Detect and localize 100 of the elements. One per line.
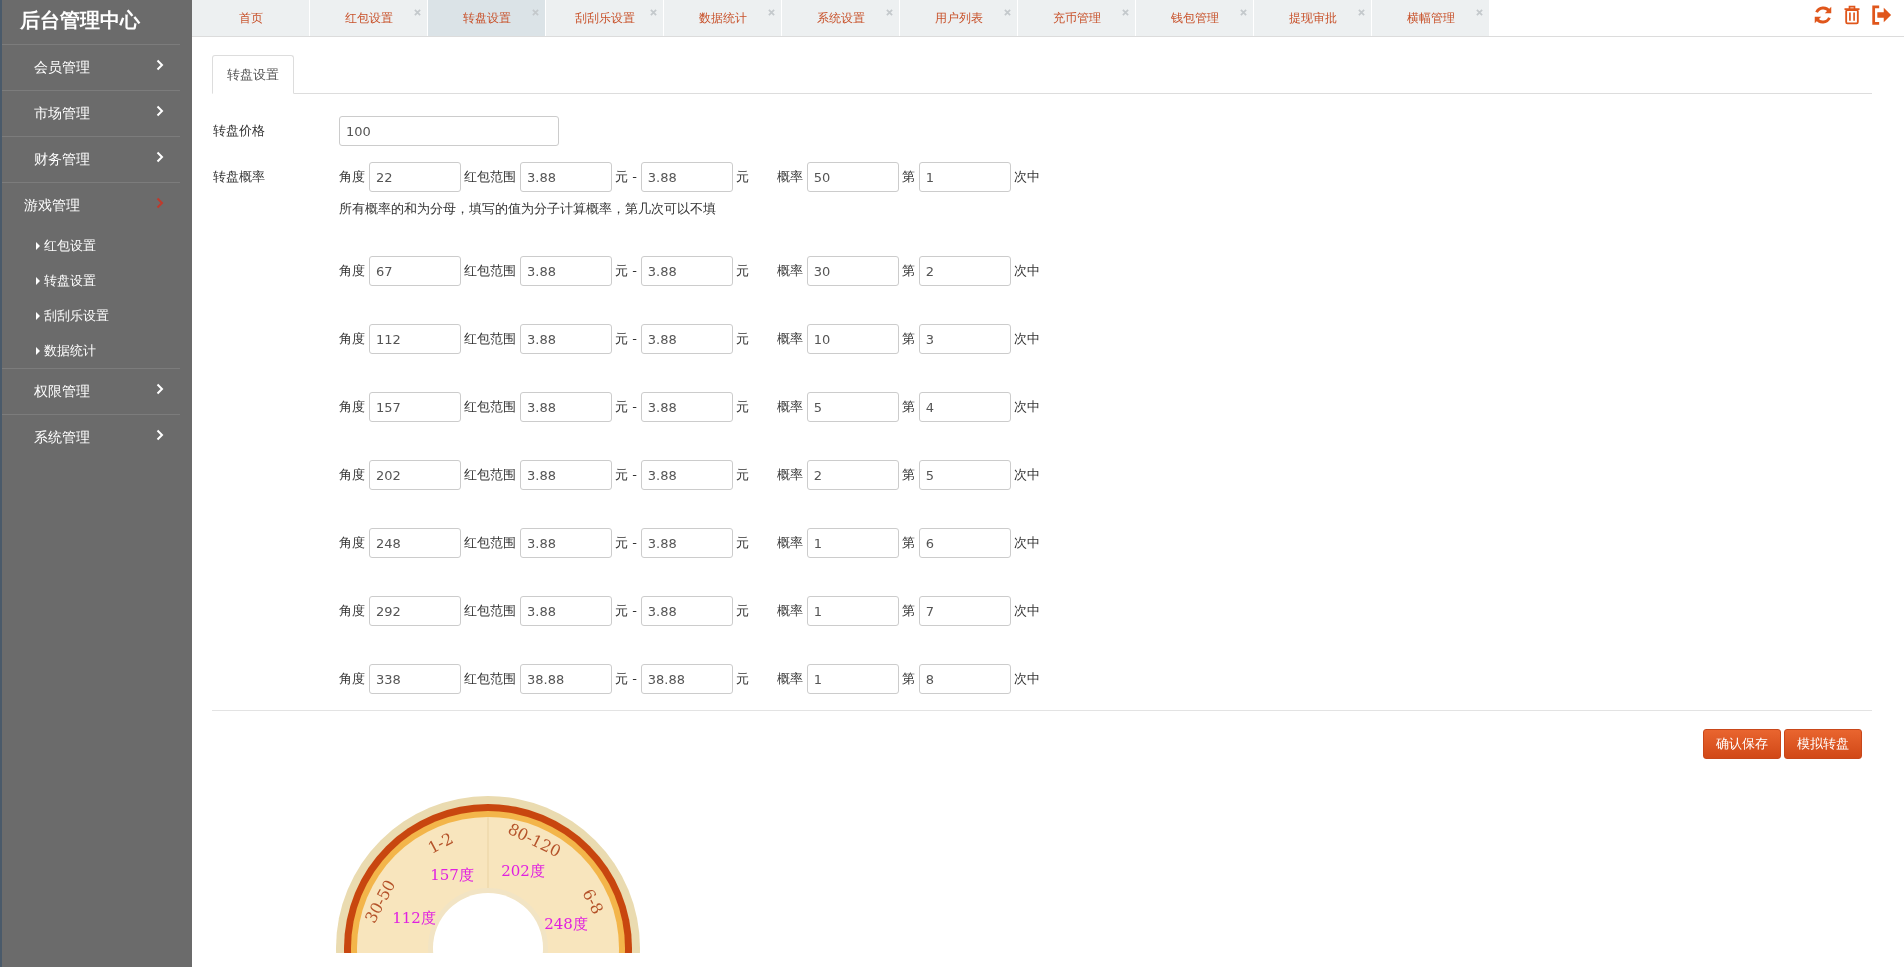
sidebar-item[interactable]: 系统管理 <box>2 415 180 460</box>
tab[interactable]: 充币管理 <box>1018 0 1136 36</box>
sidebar-item[interactable]: 市场管理 <box>2 91 180 136</box>
close-icon[interactable] <box>1358 9 1365 16</box>
sidebar-item[interactable]: 游戏管理 <box>2 183 180 228</box>
sidebar-subitem[interactable]: 红包设置 <box>2 228 180 263</box>
unit-label: 元 <box>735 602 749 620</box>
input-field[interactable]: 38.88 <box>640 664 733 694</box>
tab[interactable]: 首页 <box>192 0 310 36</box>
chevron-right-icon <box>156 104 164 117</box>
input-field[interactable]: 4 <box>918 392 1011 422</box>
unit-label: 元 - <box>615 330 637 348</box>
tab[interactable]: 刮刮乐设置 <box>546 0 664 36</box>
input-field[interactable]: 67 <box>369 256 461 286</box>
input-field[interactable]: 202 <box>369 460 461 490</box>
close-icon[interactable] <box>1122 9 1129 16</box>
input-field[interactable]: 7 <box>918 596 1011 626</box>
input-field[interactable]: 3.88 <box>640 392 733 422</box>
input-field[interactable]: 1 <box>806 528 899 558</box>
input-field[interactable]: 2 <box>806 460 899 490</box>
close-icon[interactable] <box>886 9 893 16</box>
tab[interactable]: 数据统计 <box>664 0 782 36</box>
input-field[interactable]: 3.88 <box>520 460 612 490</box>
sidebar-subitem[interactable]: 数据统计 <box>2 333 180 368</box>
input-field[interactable]: 3.88 <box>520 256 612 286</box>
input-field[interactable]: 50 <box>806 162 899 192</box>
field-label: 概率 <box>776 534 803 552</box>
field-label: 角度 <box>339 398 365 416</box>
refresh-icon[interactable] <box>1812 4 1834 26</box>
sign-out-icon[interactable] <box>1870 4 1892 26</box>
close-icon[interactable] <box>414 9 421 16</box>
chevron-right-icon <box>156 196 164 209</box>
tab[interactable]: 转盘设置 <box>428 0 546 36</box>
input-field[interactable]: 3.88 <box>640 256 733 286</box>
tab[interactable]: 系统设置 <box>782 0 900 36</box>
input-field[interactable]: 3.88 <box>640 324 733 354</box>
close-icon[interactable] <box>532 9 539 16</box>
input-field[interactable]: 30 <box>806 256 899 286</box>
input-field[interactable]: 3.88 <box>520 596 612 626</box>
button[interactable]: 确认保存 <box>1703 729 1781 759</box>
field-label: 转盘价格 <box>212 122 266 140</box>
trash-icon[interactable] <box>1842 4 1862 26</box>
tab[interactable]: 转盘设置 <box>212 55 294 94</box>
input-field[interactable]: 1 <box>806 596 899 626</box>
input-field[interactable]: 38.88 <box>520 664 612 694</box>
input-field[interactable]: 3.88 <box>520 528 612 558</box>
tab[interactable]: 红包设置 <box>310 0 428 36</box>
input-field[interactable]: 292 <box>369 596 461 626</box>
input-field[interactable]: 248 <box>369 528 461 558</box>
input-field[interactable]: 3.88 <box>520 392 612 422</box>
close-icon[interactable] <box>768 9 775 16</box>
wheel-angle-label: 248度 <box>544 915 588 933</box>
close-icon[interactable] <box>1476 9 1483 16</box>
sidebar-item[interactable]: 财务管理 <box>2 137 180 182</box>
unit-label: 元 - <box>615 262 637 280</box>
input-field[interactable]: 112 <box>369 324 461 354</box>
field-label: 次中 <box>1013 168 1040 186</box>
unit-label: 元 <box>735 330 749 348</box>
tab[interactable]: 用户列表 <box>900 0 1018 36</box>
input-field[interactable]: 1 <box>918 162 1011 192</box>
input-field[interactable]: 3.88 <box>520 324 612 354</box>
input-field[interactable]: 3.88 <box>520 162 612 192</box>
field-label: 第 <box>901 466 915 484</box>
field-label: 红包范围 <box>464 330 516 348</box>
field-label: 红包范围 <box>464 398 516 416</box>
input-field[interactable]: 3.88 <box>640 460 733 490</box>
input-field[interactable]: 6 <box>918 528 1011 558</box>
input-field[interactable]: 5 <box>918 460 1011 490</box>
tab[interactable]: 钱包管理 <box>1136 0 1254 36</box>
chevron-right-icon <box>156 382 164 395</box>
button[interactable]: 模拟转盘 <box>1784 729 1862 759</box>
field-label: 第 <box>901 262 915 280</box>
input-field[interactable]: 157 <box>369 392 461 422</box>
close-icon[interactable] <box>1240 9 1247 16</box>
field-label: 概率 <box>776 670 803 688</box>
tab[interactable]: 横幅管理 <box>1372 0 1490 36</box>
input-field[interactable]: 1 <box>806 664 899 694</box>
sidebar-item[interactable]: 会员管理 <box>2 45 180 90</box>
input-field[interactable]: 100 <box>339 116 559 146</box>
input-field[interactable]: 5 <box>806 392 899 422</box>
input-field[interactable]: 10 <box>806 324 899 354</box>
tab[interactable]: 提现审批 <box>1254 0 1372 36</box>
sidebar-subitem[interactable]: 刮刮乐设置 <box>2 298 180 333</box>
triangle-right-icon <box>36 241 40 250</box>
field-label: 红包范围 <box>464 262 516 280</box>
input-field[interactable]: 2 <box>918 256 1011 286</box>
input-field[interactable]: 338 <box>369 664 461 694</box>
input-field[interactable]: 3.88 <box>640 528 733 558</box>
input-field[interactable]: 3.88 <box>640 596 733 626</box>
close-icon[interactable] <box>1004 9 1011 16</box>
field-label: 次中 <box>1013 602 1040 620</box>
sidebar-item[interactable]: 权限管理 <box>2 369 180 414</box>
close-icon[interactable] <box>650 9 657 16</box>
field-label: 红包范围 <box>464 670 516 688</box>
sidebar-subitem[interactable]: 转盘设置 <box>2 263 180 298</box>
input-field[interactable]: 8 <box>918 664 1011 694</box>
triangle-right-icon <box>36 346 40 355</box>
input-field[interactable]: 3 <box>918 324 1011 354</box>
input-field[interactable]: 22 <box>369 162 461 192</box>
input-field[interactable]: 3.88 <box>640 162 733 192</box>
